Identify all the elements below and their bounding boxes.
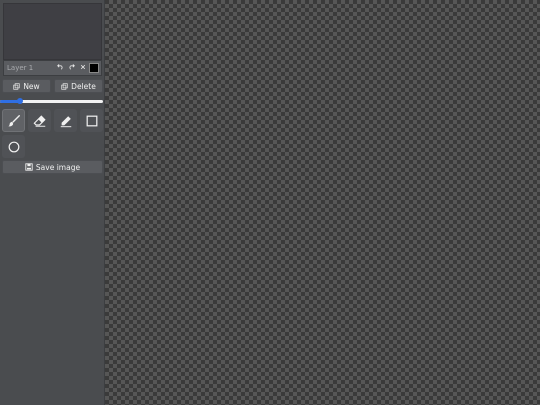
brush-tool-button[interactable] (2, 109, 25, 132)
square-icon (86, 115, 97, 126)
undo-icon[interactable] (55, 61, 66, 75)
layer-name[interactable]: Layer 1 (4, 64, 55, 72)
floppy-disk-icon (25, 163, 33, 171)
circle-icon (8, 141, 19, 152)
eraser-icon (33, 114, 46, 127)
pen-tool-button[interactable] (54, 109, 77, 132)
paintbrush-icon (7, 114, 20, 126)
layer-preview-thumbnail[interactable] (3, 3, 102, 60)
delete-layer-label: Delete (71, 81, 96, 91)
layer-button-row: New Delete (2, 79, 103, 93)
save-image-button[interactable]: Save image (2, 160, 103, 174)
drawing-canvas[interactable] (105, 0, 540, 405)
slider-thumb[interactable] (16, 98, 23, 104)
delete-layer-button[interactable]: Delete (54, 79, 103, 93)
new-layer-button[interactable]: New (2, 79, 51, 93)
save-image-label: Save image (35, 162, 81, 172)
eraser-tool-button[interactable] (28, 109, 51, 132)
delete-layer-icon (61, 82, 68, 90)
sidebar: Layer 1 New Delete Save image (0, 0, 105, 405)
ellipse-tool-button[interactable] (2, 135, 25, 158)
redo-icon[interactable] (66, 61, 77, 75)
new-layer-icon (13, 82, 20, 90)
brush-size-slider[interactable] (0, 98, 103, 104)
layer-color-swatch[interactable] (89, 63, 99, 73)
paint-app: Layer 1 New Delete Save image (0, 0, 540, 405)
rectangle-tool-button[interactable] (80, 109, 103, 132)
close-icon[interactable] (77, 61, 88, 75)
layer-row[interactable]: Layer 1 (3, 60, 102, 76)
new-layer-label: New (23, 81, 40, 91)
pen-icon (60, 115, 71, 127)
